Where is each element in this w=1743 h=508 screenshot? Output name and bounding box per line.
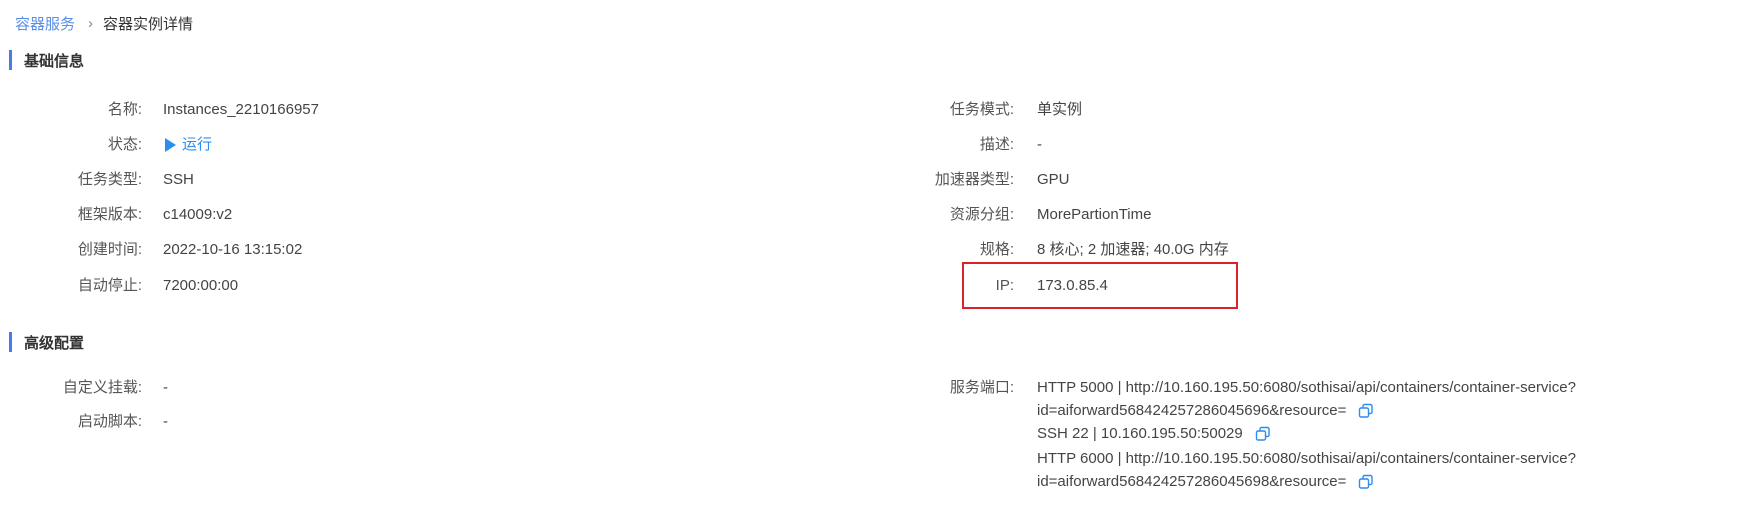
value-accelerator-type: GPU — [1037, 171, 1070, 188]
service-port-line: HTTP 5000 | http://10.160.195.50:6080/so… — [1037, 378, 1576, 398]
label-service-ports: 服务端口: — [949, 379, 1014, 396]
value-resource-group: MorePartionTime — [1037, 206, 1152, 223]
value-task-mode: 单实例 — [1037, 101, 1083, 118]
value-framework-version: c14009:v2 — [163, 206, 233, 223]
service-port-text: HTTP 5000 | http://10.160.195.50:6080/so… — [1037, 379, 1576, 396]
service-port-text: SSH 22 | 10.160.195.50:50029 — [1037, 425, 1243, 442]
section-accent-bar — [9, 332, 12, 352]
service-port-text: id=aiforward568424257286045698&resource= — [1037, 473, 1347, 490]
value-startup-script: - — [163, 413, 168, 430]
value-task-type: SSH — [163, 171, 194, 188]
label-description: 描述: — [979, 136, 1014, 153]
label-resource-group: 资源分组: — [949, 206, 1014, 223]
play-triangle-icon — [165, 138, 176, 152]
service-port-text: id=aiforward568424257286045696&resource= — [1037, 402, 1347, 419]
label-framework-version: 框架版本: — [77, 206, 142, 223]
label-custom-mount: 自定义挂载: — [62, 379, 142, 396]
value-custom-mount: - — [163, 379, 168, 396]
value-description: - — [1037, 136, 1042, 153]
copy-icon[interactable] — [1358, 474, 1374, 490]
value-created-time: 2022-10-16 13:15:02 — [163, 241, 303, 258]
section-advanced-config: 高级配置 — [9, 332, 84, 352]
ip-highlight-box — [962, 262, 1238, 309]
label-task-mode: 任务模式: — [949, 101, 1014, 118]
label-accelerator-type: 加速器类型: — [934, 171, 1014, 188]
breadcrumb-container-service-link[interactable]: 容器服务 — [15, 13, 75, 34]
label-auto-stop: 自动停止: — [77, 277, 142, 294]
service-port-text: HTTP 6000 | http://10.160.195.50:6080/so… — [1037, 450, 1576, 467]
value-name: Instances_2210166957 — [163, 101, 319, 118]
section-basic-title: 基础信息 — [24, 52, 85, 70]
service-port-line: SSH 22 | 10.160.195.50:50029 — [1037, 424, 1271, 444]
copy-icon[interactable] — [1358, 403, 1374, 419]
breadcrumb-current: 容器实例详情 — [103, 16, 194, 33]
section-accent-bar — [9, 50, 12, 70]
section-basic-info: 基础信息 — [9, 50, 84, 70]
value-auto-stop: 7200:00:00 — [163, 277, 239, 294]
section-advanced-title: 高级配置 — [24, 334, 85, 352]
breadcrumb: 容器服务 › 容器实例详情 — [15, 13, 193, 34]
value-spec: 8 核心; 2 加速器; 40.0G 内存 — [1037, 241, 1229, 258]
label-name: 名称: — [107, 101, 142, 118]
service-port-line: HTTP 6000 | http://10.160.195.50:6080/so… — [1037, 449, 1576, 469]
service-port-line: id=aiforward568424257286045696&resource= — [1037, 401, 1374, 421]
label-task-type: 任务类型: — [77, 171, 142, 188]
copy-icon[interactable] — [1255, 426, 1271, 442]
label-startup-script: 启动脚本: — [77, 413, 142, 430]
label-status: 状态: — [107, 136, 142, 153]
label-spec: 规格: — [979, 241, 1014, 258]
label-created-time: 创建时间: — [77, 241, 142, 258]
service-port-line: id=aiforward568424257286045698&resource= — [1037, 472, 1374, 492]
status-badge: 运行 — [165, 135, 212, 155]
chevron-right-icon: › — [88, 15, 94, 32]
status-text: 运行 — [182, 136, 213, 153]
